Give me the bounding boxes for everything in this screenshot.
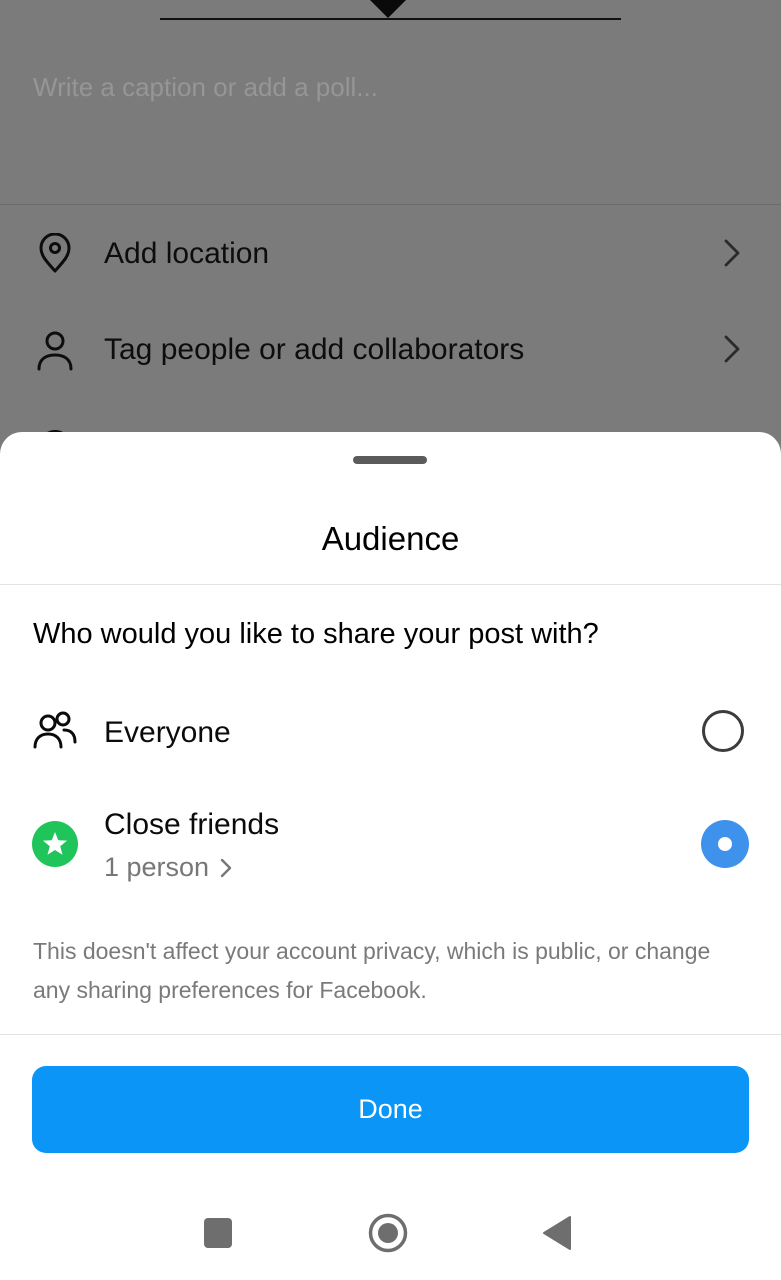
people-icon — [33, 711, 77, 749]
option-close-friends-label: Close friends — [104, 808, 280, 841]
audience-question: Who would you like to share your post wi… — [33, 618, 599, 650]
media-pointer-triangle — [370, 0, 406, 18]
disclaimer-divider — [0, 1034, 781, 1035]
tag-people-label: Tag people or add collaborators — [104, 333, 525, 366]
caption-divider — [0, 204, 781, 205]
star-badge-icon — [32, 821, 78, 867]
caption-input[interactable]: Write a caption or add a poll... — [33, 72, 378, 103]
sheet-title: Audience — [321, 520, 460, 557]
done-button[interactable]: Done — [32, 1066, 749, 1153]
privacy-disclaimer: This doesn't affect your account privacy… — [33, 938, 711, 1003]
back-triangle-icon[interactable] — [542, 1215, 572, 1251]
chevron-right-icon — [724, 335, 740, 363]
radio-selected-dot — [718, 837, 732, 851]
close-friends-count-link[interactable]: 1 person — [104, 852, 233, 883]
option-close-friends[interactable]: Close friends 1 person — [0, 800, 781, 900]
chevron-right-icon — [724, 239, 740, 267]
chevron-right-icon — [220, 858, 232, 877]
location-pin-icon — [39, 233, 71, 273]
title-divider — [0, 584, 781, 585]
option-everyone-label: Everyone — [104, 716, 231, 749]
radio-close-friends[interactable] — [701, 820, 749, 868]
add-location-row[interactable]: Add location — [0, 223, 781, 283]
add-location-label: Add location — [104, 237, 270, 270]
android-nav-bar — [0, 1188, 781, 1280]
person-icon — [37, 331, 73, 371]
radio-everyone[interactable] — [702, 710, 744, 752]
sheet-drag-handle[interactable] — [353, 456, 427, 464]
close-friends-count: 1 person — [104, 852, 210, 882]
recents-square-icon[interactable] — [204, 1218, 232, 1248]
audience-bottom-sheet: Audience Who would you like to share you… — [0, 432, 781, 1280]
home-circle-icon[interactable] — [368, 1213, 408, 1253]
option-everyone[interactable]: Everyone — [0, 694, 781, 774]
tag-people-row[interactable]: Tag people or add collaborators — [0, 319, 781, 379]
media-divider-line — [160, 18, 621, 20]
